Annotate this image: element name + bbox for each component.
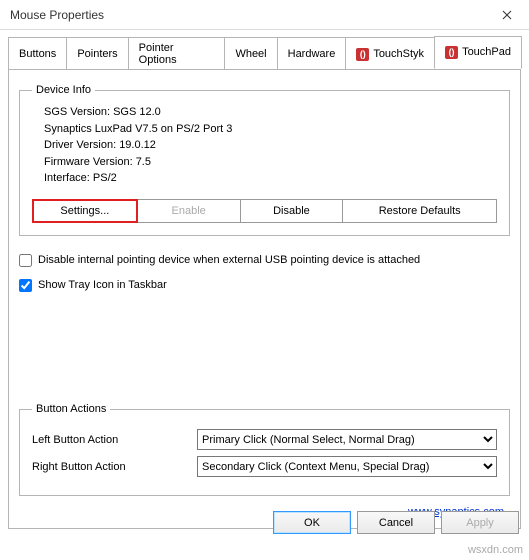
watermark: wsxdn.com [468, 544, 523, 556]
device-info-text: SGS Version: SGS 12.0 Synaptics LuxPad V… [32, 104, 497, 187]
tab-touchpad[interactable]: ()TouchPad [434, 36, 522, 69]
tab-pointers[interactable]: Pointers [66, 37, 128, 70]
device-button-row: Settings... Enable Disable Restore Defau… [32, 199, 497, 223]
tab-wheel[interactable]: Wheel [224, 37, 277, 70]
close-icon [502, 10, 512, 20]
device-info-legend: Device Info [32, 84, 95, 96]
title-bar: Mouse Properties [0, 0, 529, 30]
tab-pointer-options[interactable]: Pointer Options [128, 37, 226, 70]
disable-button[interactable]: Disable [240, 199, 344, 223]
cancel-button[interactable]: Cancel [357, 511, 435, 534]
apply-button: Apply [441, 511, 519, 534]
synaptics-icon: () [445, 46, 458, 59]
ok-button[interactable]: OK [273, 511, 351, 534]
dialog-footer: OK Cancel Apply [273, 511, 519, 534]
close-button[interactable] [484, 0, 529, 30]
interface: Interface: PS/2 [44, 170, 497, 187]
enable-button: Enable [137, 199, 241, 223]
disable-internal-label[interactable]: Disable internal pointing device when ex… [38, 254, 420, 266]
tab-hardware[interactable]: Hardware [277, 37, 347, 70]
settings-button[interactable]: Settings... [32, 199, 138, 223]
sgs-version: SGS Version: SGS 12.0 [44, 104, 497, 121]
left-button-label: Left Button Action [32, 434, 197, 446]
tab-strip: Buttons Pointers Pointer Options Wheel H… [0, 30, 529, 69]
button-actions-legend: Button Actions [32, 403, 110, 415]
device-name: Synaptics LuxPad V7.5 on PS/2 Port 3 [44, 121, 497, 138]
device-info-group: Device Info SGS Version: SGS 12.0 Synapt… [19, 84, 510, 236]
right-button-select[interactable]: Secondary Click (Context Menu, Special D… [197, 456, 497, 477]
right-button-label: Right Button Action [32, 461, 197, 473]
left-button-select[interactable]: Primary Click (Normal Select, Normal Dra… [197, 429, 497, 450]
window-title: Mouse Properties [10, 8, 484, 22]
firmware-version: Firmware Version: 7.5 [44, 154, 497, 171]
left-button-row: Left Button Action Primary Click (Normal… [32, 429, 497, 450]
synaptics-icon: () [356, 48, 369, 61]
show-tray-label[interactable]: Show Tray Icon in Taskbar [38, 279, 167, 291]
disable-internal-checkbox[interactable] [19, 254, 32, 267]
button-actions-group: Button Actions Left Button Action Primar… [19, 403, 510, 496]
show-tray-row: Show Tray Icon in Taskbar [19, 279, 510, 292]
right-button-row: Right Button Action Secondary Click (Con… [32, 456, 497, 477]
restore-defaults-button[interactable]: Restore Defaults [342, 199, 497, 223]
tab-touchstyk[interactable]: ()TouchStyk [345, 37, 435, 70]
tab-buttons[interactable]: Buttons [8, 37, 67, 70]
tab-panel: Device Info SGS Version: SGS 12.0 Synapt… [8, 69, 521, 529]
driver-version: Driver Version: 19.0.12 [44, 137, 497, 154]
disable-internal-row: Disable internal pointing device when ex… [19, 254, 510, 267]
show-tray-checkbox[interactable] [19, 279, 32, 292]
